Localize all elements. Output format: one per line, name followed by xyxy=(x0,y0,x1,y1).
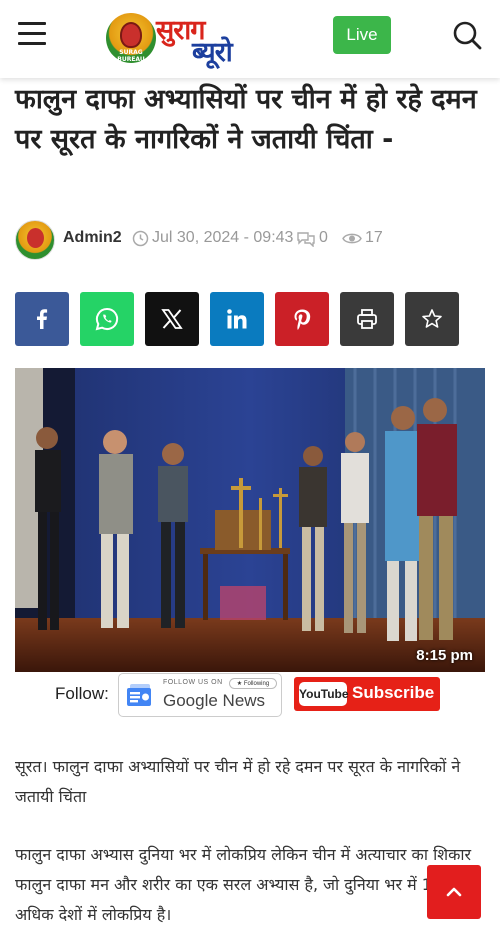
scroll-to-top-button[interactable] xyxy=(427,865,481,919)
photo-timestamp: 8:15 pm xyxy=(416,647,473,664)
logo-tag: SURAG BUREAU xyxy=(117,49,145,63)
facebook-share-button[interactable] xyxy=(15,292,69,346)
youtube-subscribe-label: Subscribe xyxy=(352,683,435,702)
clock-icon xyxy=(132,230,149,246)
live-button[interactable]: Live xyxy=(333,16,391,54)
youtube-subscribe-button[interactable]: YouTube Subscribe xyxy=(294,677,440,711)
print-button[interactable] xyxy=(340,292,394,346)
article-paragraph: फालुन दाफा अभ्यास दुनिया भर में लोकप्रिय… xyxy=(15,845,472,924)
share-bar xyxy=(15,292,485,346)
view-count: 17 xyxy=(342,229,383,247)
article-image[interactable]: 8:15 pm xyxy=(15,368,485,672)
post-date: Jul 30, 2024 - 09:43 xyxy=(132,229,293,247)
event-photo xyxy=(15,368,485,672)
comments-icon xyxy=(297,231,315,247)
logo-badge: SURAG BUREAU xyxy=(106,13,156,63)
chevron-up-icon xyxy=(446,887,462,897)
article-paragraph: सूरत। फालुन दाफा अभ्यासियों पर चीन में ह… xyxy=(15,757,461,806)
view-count-text: 17 xyxy=(365,229,383,246)
follow-bar: Follow: FOLLOW US ON ★ Following Google … xyxy=(0,672,500,718)
bookmark-button[interactable] xyxy=(405,292,459,346)
google-news-follow-button[interactable]: FOLLOW US ON ★ Following Google News xyxy=(118,673,282,717)
linkedin-icon xyxy=(227,309,247,329)
site-header: SURAG BUREAU सुराग ब्यूरो Live xyxy=(0,0,500,78)
logo-text-bottom: ब्यूरो xyxy=(192,37,233,68)
author-avatar[interactable] xyxy=(15,220,55,260)
pinterest-share-button[interactable] xyxy=(275,292,329,346)
comment-count-text: 0 xyxy=(319,229,328,246)
comment-count[interactable]: 0 xyxy=(296,229,328,247)
search-icon[interactable] xyxy=(452,20,482,50)
post-date-text: Jul 30, 2024 - 09:43 xyxy=(152,229,294,246)
facebook-icon xyxy=(37,309,48,329)
google-news-following-badge: ★ Following xyxy=(229,678,277,689)
x-share-button[interactable] xyxy=(145,292,199,346)
x-icon xyxy=(161,309,183,329)
follow-label: Follow: xyxy=(55,684,109,703)
whatsapp-share-button[interactable] xyxy=(80,292,134,346)
article-title: फालुन दाफा अभ्यासियों पर चीन में हो रहे … xyxy=(15,84,477,155)
linkedin-share-button[interactable] xyxy=(210,292,264,346)
google-news-follow-text: FOLLOW US ON xyxy=(163,679,223,686)
pinterest-icon xyxy=(294,309,311,330)
youtube-logo: YouTube xyxy=(299,682,349,706)
article-meta: Admin2 Jul 30, 2024 - 09:43 0 17 xyxy=(15,220,485,260)
menu-icon[interactable] xyxy=(18,22,46,46)
star-icon xyxy=(422,309,442,328)
printer-icon xyxy=(357,309,377,329)
site-logo[interactable]: SURAG BUREAU सुराग ब्यूरो xyxy=(106,10,276,68)
whatsapp-icon xyxy=(95,307,119,331)
author-name[interactable]: Admin2 xyxy=(63,229,122,247)
google-news-icon xyxy=(127,684,151,706)
eye-icon xyxy=(342,233,362,243)
google-news-label: Google News xyxy=(163,691,266,710)
